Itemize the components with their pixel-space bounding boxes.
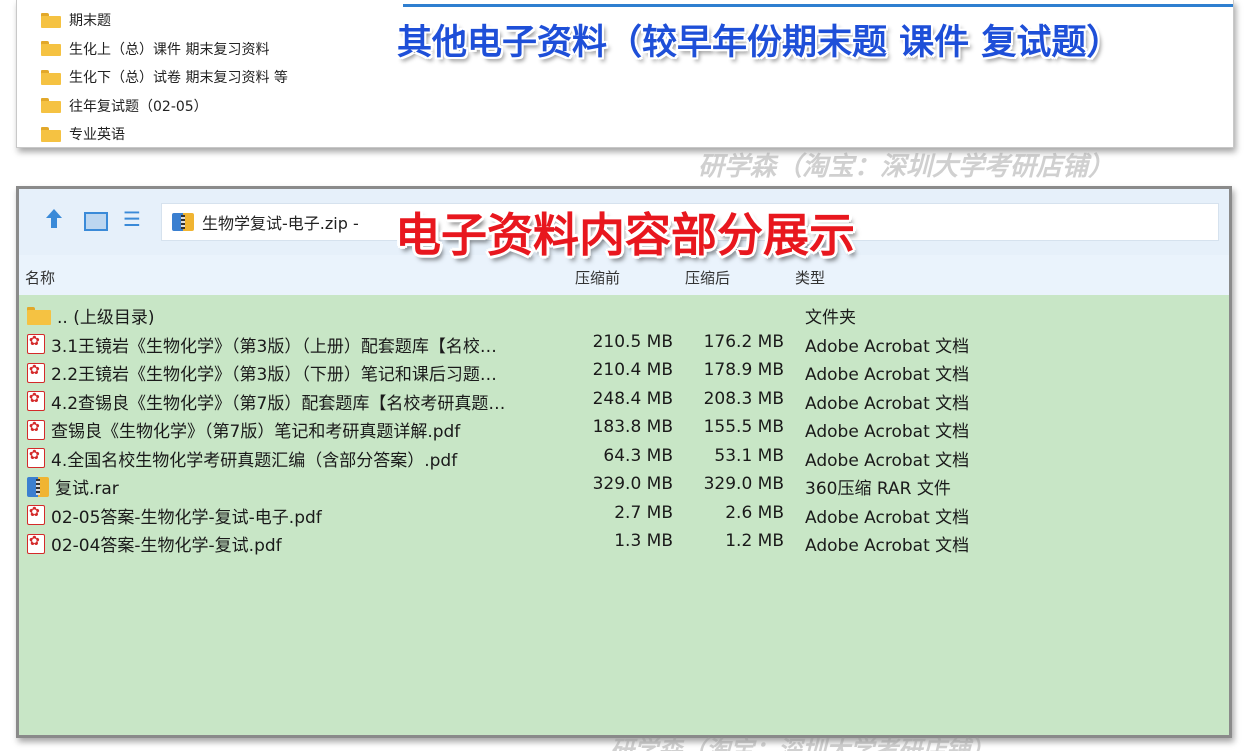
folder-item[interactable]: 专业英语 — [41, 120, 288, 149]
folder-icon — [41, 98, 61, 114]
size-before: 64.3 MB — [603, 445, 673, 466]
file-row[interactable]: 02-05答案-生物化学-复试-电子.pdf 2.7 MB 2.6 MB Ado… — [19, 499, 1229, 528]
watermark-bottom: 研学森（淘宝：深圳大学考研店铺） — [610, 736, 994, 751]
folder-item[interactable]: 期末题 — [41, 6, 288, 35]
size-before: 183.8 MB — [592, 417, 673, 437]
file-name: 复试.rar — [55, 479, 119, 499]
size-before: 210.5 MB — [592, 331, 673, 352]
file-name-cell: 4.全国名校生物化学考研真题汇编（含部分答案）.pdf — [27, 446, 457, 471]
file-name-cell: 4.2查锡良《生物化学》（第7版）配套题库【名校考研真题… — [27, 389, 505, 414]
size-before: 248.4 MB — [592, 388, 673, 409]
file-type: Adobe Acrobat 文档 — [805, 422, 970, 442]
file-name: 2.2王镜岩《生物化学》（第3版）（下册）笔记和课后习题… — [51, 365, 497, 385]
file-name-cell: 02-05答案-生物化学-复试-电子.pdf — [27, 503, 322, 528]
folder-label: 往年复试题（02-05） — [69, 98, 208, 115]
file-name: 查锡良《生物化学》（第7版）笔记和考研真题详解.pdf — [51, 422, 461, 442]
size-before: 1.3 MB — [614, 531, 673, 551]
file-name-cell: 2.2王镜岩《生物化学》（第3版）（下册）笔记和课后习题… — [27, 360, 497, 385]
size-after: 1.2 MB — [725, 531, 784, 551]
top-folder-list: 期末题 生化上（总）课件 期末复习资料 生化下（总）试卷 期末复习资料 等 往年… — [41, 6, 288, 149]
main-headline: 电子资料内容部分展示 — [395, 208, 855, 262]
size-after: 2.6 MB — [725, 502, 784, 523]
pdf-icon — [27, 419, 45, 440]
screenshot-composite: 期末题 生化上（总）课件 期末复习资料 生化下（总）试卷 期末复习资料 等 往年… — [0, 0, 1260, 751]
file-name: 02-05答案-生物化学-复试-电子.pdf — [51, 507, 322, 528]
folder-icon — [41, 69, 61, 85]
file-type: Adobe Acrobat 文档 — [805, 393, 970, 414]
size-after: 329.0 MB — [703, 474, 784, 494]
list-view-icon[interactable]: ☰ — [123, 209, 145, 231]
size-before: 329.0 MB — [592, 474, 673, 494]
file-row[interactable]: 02-04答案-生物化学-复试.pdf 1.3 MB 1.2 MB Adobe … — [19, 527, 1229, 556]
size-after: 178.9 MB — [703, 360, 784, 380]
folder-label: 生化下（总）试卷 期末复习资料 等 — [69, 70, 288, 87]
up-arrow-icon[interactable] — [43, 209, 65, 231]
folder-label: 期末题 — [69, 13, 111, 30]
size-after: 155.5 MB — [703, 417, 784, 437]
file-row[interactable]: 查锡良《生物化学》（第7版）笔记和考研真题详解.pdf 183.8 MB 155… — [19, 413, 1229, 442]
file-name: .. (上级目录) — [57, 308, 155, 328]
rar-archive-icon — [27, 476, 49, 497]
file-type: Adobe Acrobat 文档 — [805, 507, 970, 528]
file-name: 4.全国名校生物化学考研真题汇编（含部分答案）.pdf — [51, 450, 458, 471]
pdf-icon — [27, 505, 45, 525]
file-row[interactable]: 复试.rar 329.0 MB 329.0 MB 360压缩 RAR 文件 — [19, 470, 1229, 499]
file-row[interactable]: 3.1王镜岩《生物化学》（第3版）（上册）配套题库【名校… 210.5 MB 1… — [19, 328, 1229, 357]
file-name-cell: 查锡良《生物化学》（第7版）笔记和考研真题详解.pdf — [27, 417, 460, 442]
column-type[interactable]: 类型 — [795, 267, 825, 288]
file-type: Adobe Acrobat 文档 — [805, 450, 970, 471]
parent-directory-row[interactable]: .. (上级目录) 文件夹 — [19, 299, 1229, 328]
pdf-icon — [27, 362, 45, 383]
file-row[interactable]: 2.2王镜岩《生物化学》（第3版）（下册）笔记和课后习题… 210.4 MB 1… — [19, 356, 1229, 385]
file-name: 02-04答案-生物化学-复试.pdf — [51, 536, 282, 556]
size-before: 210.4 MB — [592, 360, 673, 380]
pdf-icon — [27, 334, 45, 354]
file-row[interactable]: 4.2查锡良《生物化学》（第7版）配套题库【名校考研真题… 248.4 MB 2… — [19, 385, 1229, 414]
top-folder-panel: 期末题 生化上（总）课件 期末复习资料 生化下（总）试卷 期末复习资料 等 往年… — [16, 0, 1234, 148]
folder-icon — [41, 41, 61, 57]
file-name-cell: 02-04答案-生物化学-复试.pdf — [27, 531, 282, 556]
top-headline: 其他电子资料（较早年份期末题 课件 复试题） — [397, 23, 1122, 63]
folder-label: 生化上（总）课件 期末复习资料 — [69, 41, 270, 58]
folder-label: 专业英语 — [69, 127, 125, 144]
folder-item[interactable]: 生化上（总）课件 期末复习资料 — [41, 35, 288, 64]
file-name-cell: .. (上级目录) — [27, 303, 154, 328]
file-name: 4.2查锡良《生物化学》（第7版）配套题库【名校考研真题… — [51, 393, 506, 414]
address-text: 生物学复试-电子.zip - — [202, 214, 359, 233]
size-after: 53.1 MB — [714, 445, 784, 466]
column-name[interactable]: 名称 — [25, 267, 55, 288]
size-before: 2.7 MB — [614, 502, 673, 523]
accent-line — [403, 4, 1233, 7]
folder-item[interactable]: 往年复试题（02-05） — [41, 92, 288, 121]
file-row[interactable]: 4.全国名校生物化学考研真题汇编（含部分答案）.pdf 64.3 MB 53.1… — [19, 442, 1229, 471]
folder-icon — [27, 306, 51, 325]
column-size-after[interactable]: 压缩后 — [685, 267, 730, 288]
file-type: 360压缩 RAR 文件 — [805, 479, 951, 499]
archive-window: ☰ 生物学复试-电子.zip - 电子资料内容部分展示 名称 压缩前 压缩后 类… — [16, 186, 1232, 738]
folder-icon — [41, 126, 61, 142]
file-name: 3.1王镜岩《生物化学》（第3版）（上册）配套题库【名校… — [51, 336, 497, 357]
file-type: Adobe Acrobat 文档 — [805, 336, 970, 357]
file-type: Adobe Acrobat 文档 — [805, 365, 970, 385]
file-type: Adobe Acrobat 文档 — [805, 536, 970, 556]
pdf-icon — [27, 448, 45, 468]
watermark-top: 研学森（淘宝：深圳大学考研店铺） — [698, 152, 1115, 182]
folder-item[interactable]: 生化下（总）试卷 期末复习资料 等 — [41, 63, 288, 92]
size-after: 176.2 MB — [703, 331, 784, 352]
column-size-before[interactable]: 压缩前 — [575, 267, 620, 288]
folder-icon — [41, 12, 61, 28]
view-mode-icon[interactable] — [83, 209, 108, 231]
file-name-cell: 3.1王镜岩《生物化学》（第3版）（上册）配套题库【名校… — [27, 332, 497, 357]
pdf-icon — [27, 533, 45, 554]
zip-archive-icon — [172, 213, 194, 231]
file-list: .. (上级目录) 文件夹 3.1王镜岩《生物化学》（第3版）（上册）配套题库【… — [19, 299, 1229, 556]
file-type: 文件夹 — [805, 308, 856, 328]
file-name-cell: 复试.rar — [27, 474, 119, 499]
size-after: 208.3 MB — [703, 388, 784, 409]
pdf-icon — [27, 391, 45, 411]
